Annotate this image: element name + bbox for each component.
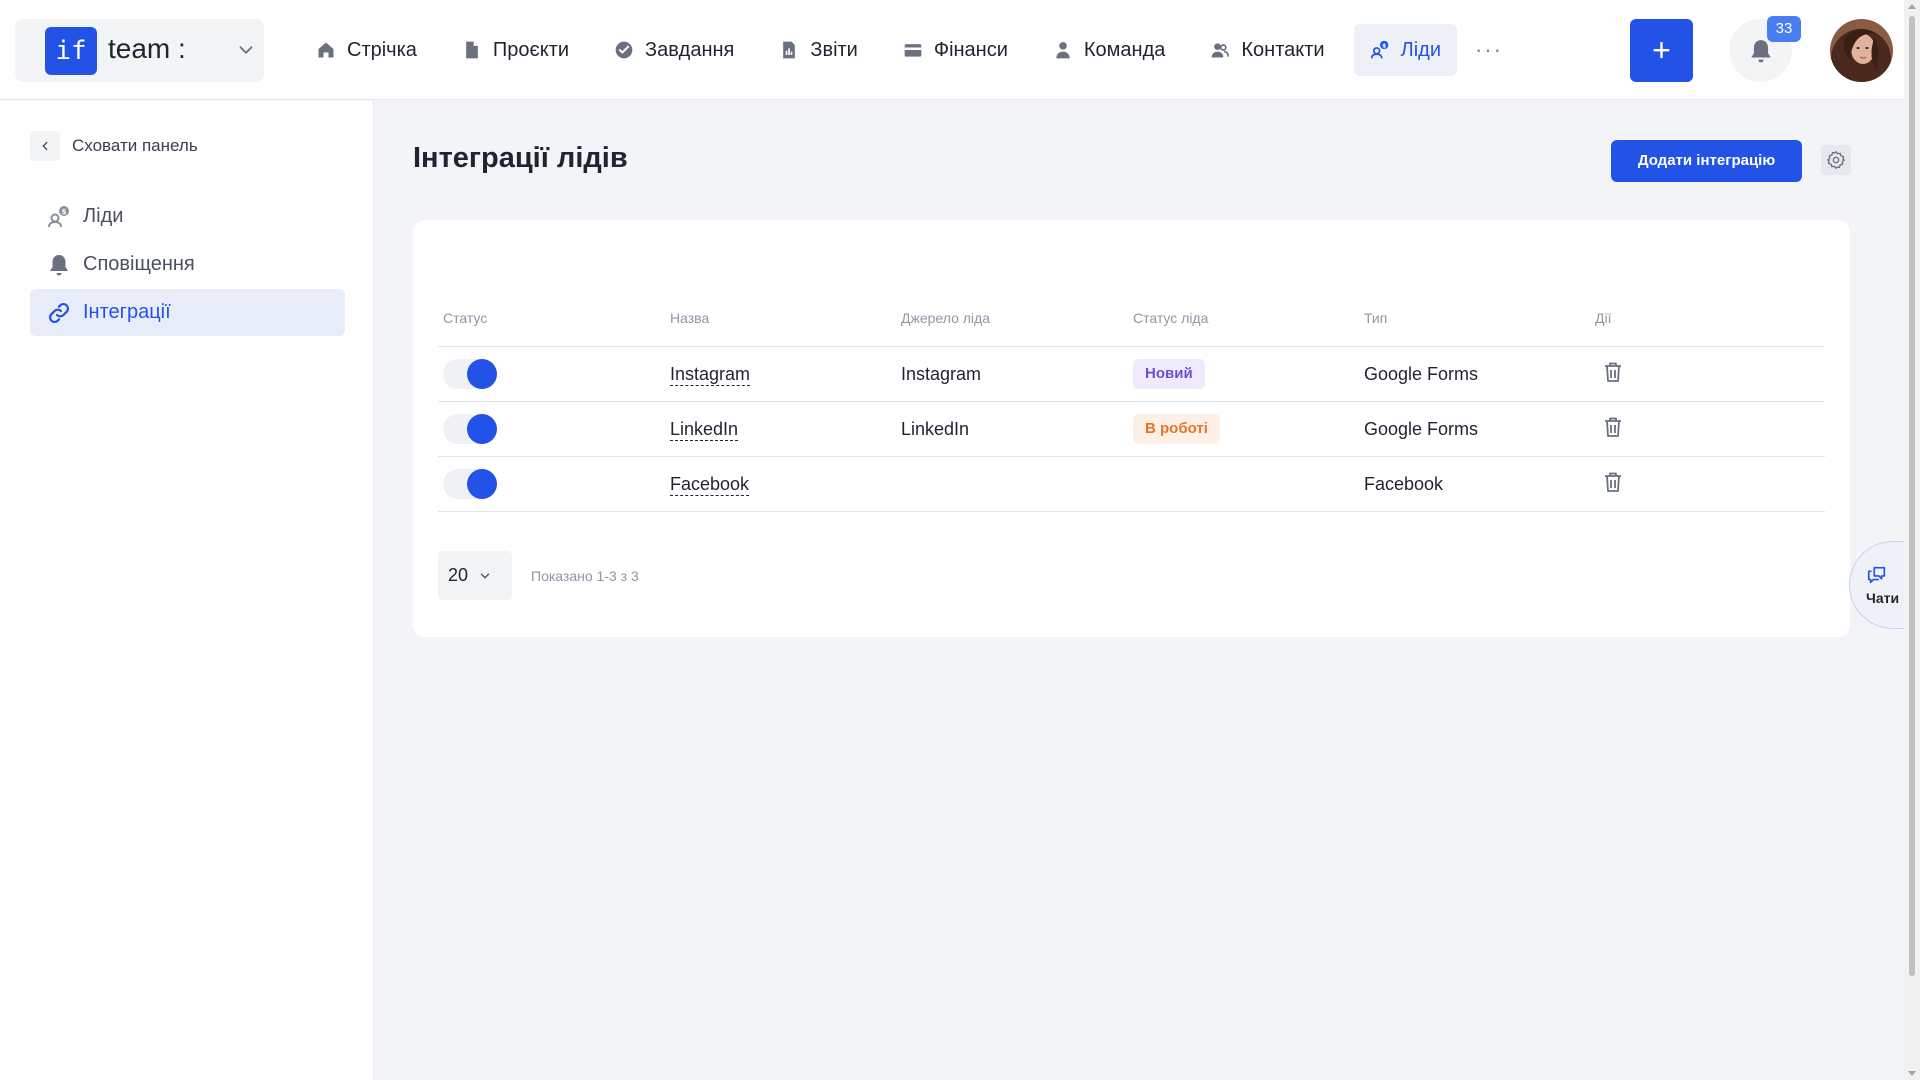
lead-source: Instagram: [901, 363, 982, 384]
table-row: Instagram Instagram Новий Google Forms: [438, 347, 1825, 402]
top-bar: if team : Стрічка Проєкти Завдання Звіти…: [0, 0, 1904, 100]
hide-panel-label: Сховати панель: [72, 136, 198, 155]
nav-item-feed[interactable]: Стрічка: [300, 24, 433, 76]
sidebar-item-label: Ліди: [83, 205, 124, 227]
add-integration-button[interactable]: Додати інтеграцію: [1611, 140, 1802, 182]
sidebar-item-integrations[interactable]: Інтеграції: [30, 289, 345, 336]
nav-item-label: Завдання: [645, 38, 735, 61]
chats-label: Чати: [1866, 590, 1900, 606]
integration-name-link[interactable]: Instagram: [670, 363, 751, 386]
integration-type: Google Forms: [1364, 418, 1479, 439]
nav-item-finance[interactable]: Фінанси: [887, 24, 1024, 76]
sidebar-item-leads[interactable]: $ Ліди: [30, 193, 345, 240]
column-header-type[interactable]: Тип: [1364, 310, 1595, 326]
nav-item-tasks[interactable]: Завдання: [598, 24, 750, 76]
integrations-card: Статус Назва Джерело ліда Статус ліда Ти…: [413, 220, 1850, 637]
per-page-select[interactable]: 20: [438, 551, 512, 600]
integration-type: Google Forms: [1364, 363, 1479, 384]
bell-icon: [50, 254, 68, 275]
nav-item-team[interactable]: Команда: [1037, 24, 1181, 76]
integration-name-link[interactable]: LinkedIn: [670, 418, 739, 441]
page-title: Інтеграції лідів: [413, 142, 628, 174]
contacts-icon: [1212, 43, 1230, 58]
chevron-left-icon: [30, 131, 60, 161]
chevron-down-icon: [480, 573, 490, 578]
hide-panel-button[interactable]: Сховати панель: [30, 131, 198, 161]
lead-status-badge: Новий: [1133, 359, 1205, 389]
table-header: Статус Назва Джерело ліда Статус ліда Ти…: [438, 290, 1825, 347]
status-toggle[interactable]: [443, 359, 497, 389]
sidebar-item-label: Інтеграції: [83, 301, 171, 323]
chevron-down-icon: [239, 46, 253, 54]
create-button[interactable]: +: [1630, 19, 1693, 82]
main-nav: Стрічка Проєкти Завдання Звіти Фінанси К…: [300, 24, 1506, 76]
toggle-knob: [467, 359, 497, 389]
integration-name-link[interactable]: Facebook: [670, 473, 750, 496]
gear-icon: [1827, 151, 1845, 169]
svg-text:$: $: [62, 208, 67, 216]
trash-icon[interactable]: [1601, 415, 1625, 439]
more-menu-button[interactable]: ···: [1472, 33, 1506, 67]
status-toggle[interactable]: [443, 469, 497, 499]
leads-icon: $: [1370, 40, 1388, 59]
nav-item-label: Ліди: [1400, 38, 1441, 61]
scroll-down-arrow-icon[interactable]: [1908, 1071, 1916, 1076]
column-header-lead-status[interactable]: Статус ліда: [1133, 310, 1364, 326]
home-icon: [318, 42, 334, 58]
scroll-up-arrow-icon[interactable]: [1908, 4, 1916, 9]
status-toggle[interactable]: [443, 414, 497, 444]
nav-item-contacts[interactable]: Контакти: [1194, 24, 1340, 76]
settings-button[interactable]: [1821, 145, 1851, 175]
sidebar-menu: $ Ліди Сповіщення Інтеграції: [30, 193, 345, 337]
pagination-info: Показано 1-3 з 3: [531, 567, 639, 584]
app-logo: if: [45, 27, 97, 75]
avatar[interactable]: [1830, 19, 1893, 82]
wallet-icon: [904, 44, 922, 57]
sidebar: Сховати панель $ Ліди Сповіщення Інтегра…: [0, 101, 374, 1080]
per-page-value: 20: [448, 565, 469, 585]
nav-item-label: Контакти: [1241, 38, 1325, 61]
pagination: 20 Показано 1-3 з 3: [438, 551, 639, 600]
nav-item-reports[interactable]: Звіти: [763, 24, 873, 76]
nav-item-label: Звіти: [810, 38, 858, 61]
column-header-name[interactable]: Назва: [670, 310, 901, 326]
team-switcher[interactable]: if team :: [15, 19, 264, 82]
user-avatar-image: [1830, 19, 1893, 82]
lead-status-badge: В роботі: [1133, 414, 1220, 444]
integrations-table: Статус Назва Джерело ліда Статус ліда Ти…: [438, 290, 1825, 512]
nav-item-label: Проєкти: [492, 38, 570, 61]
page-scrollbar[interactable]: [1904, 0, 1920, 1080]
nav-item-label: Команда: [1083, 38, 1166, 61]
table-row: Facebook Facebook: [438, 457, 1825, 512]
report-icon: [783, 41, 796, 59]
column-header-status[interactable]: Статус: [438, 310, 670, 326]
sidebar-item-notifications[interactable]: Сповіщення: [30, 241, 345, 288]
table-row: LinkedIn LinkedIn В роботі Google Forms: [438, 402, 1825, 457]
link-icon: [48, 302, 70, 323]
toggle-knob: [467, 414, 497, 444]
nav-item-leads[interactable]: $ Ліди: [1353, 24, 1457, 76]
check-circle-icon: [615, 41, 633, 59]
sidebar-item-label: Сповіщення: [83, 253, 195, 275]
trash-icon[interactable]: [1601, 360, 1625, 384]
integration-type: Facebook: [1364, 473, 1444, 494]
svg-text:$: $: [1382, 44, 1386, 50]
chat-icon: [1867, 566, 1886, 584]
scrollbar-thumb[interactable]: [1909, 16, 1915, 976]
leads-icon: $: [48, 205, 69, 227]
notifications-count-badge: 33: [1767, 16, 1801, 42]
trash-icon[interactable]: [1601, 470, 1625, 494]
document-icon: [466, 41, 478, 59]
column-header-actions: Дії: [1595, 310, 1612, 326]
column-header-source[interactable]: Джерело ліда: [901, 310, 1133, 326]
nav-item-label: Стрічка: [347, 38, 417, 61]
toggle-knob: [467, 469, 497, 499]
team-name: team :: [108, 33, 186, 64]
nav-item-projects[interactable]: Проєкти: [446, 24, 585, 76]
nav-item-label: Фінанси: [933, 38, 1008, 61]
user-icon: [1056, 42, 1070, 59]
lead-source: LinkedIn: [901, 418, 970, 439]
